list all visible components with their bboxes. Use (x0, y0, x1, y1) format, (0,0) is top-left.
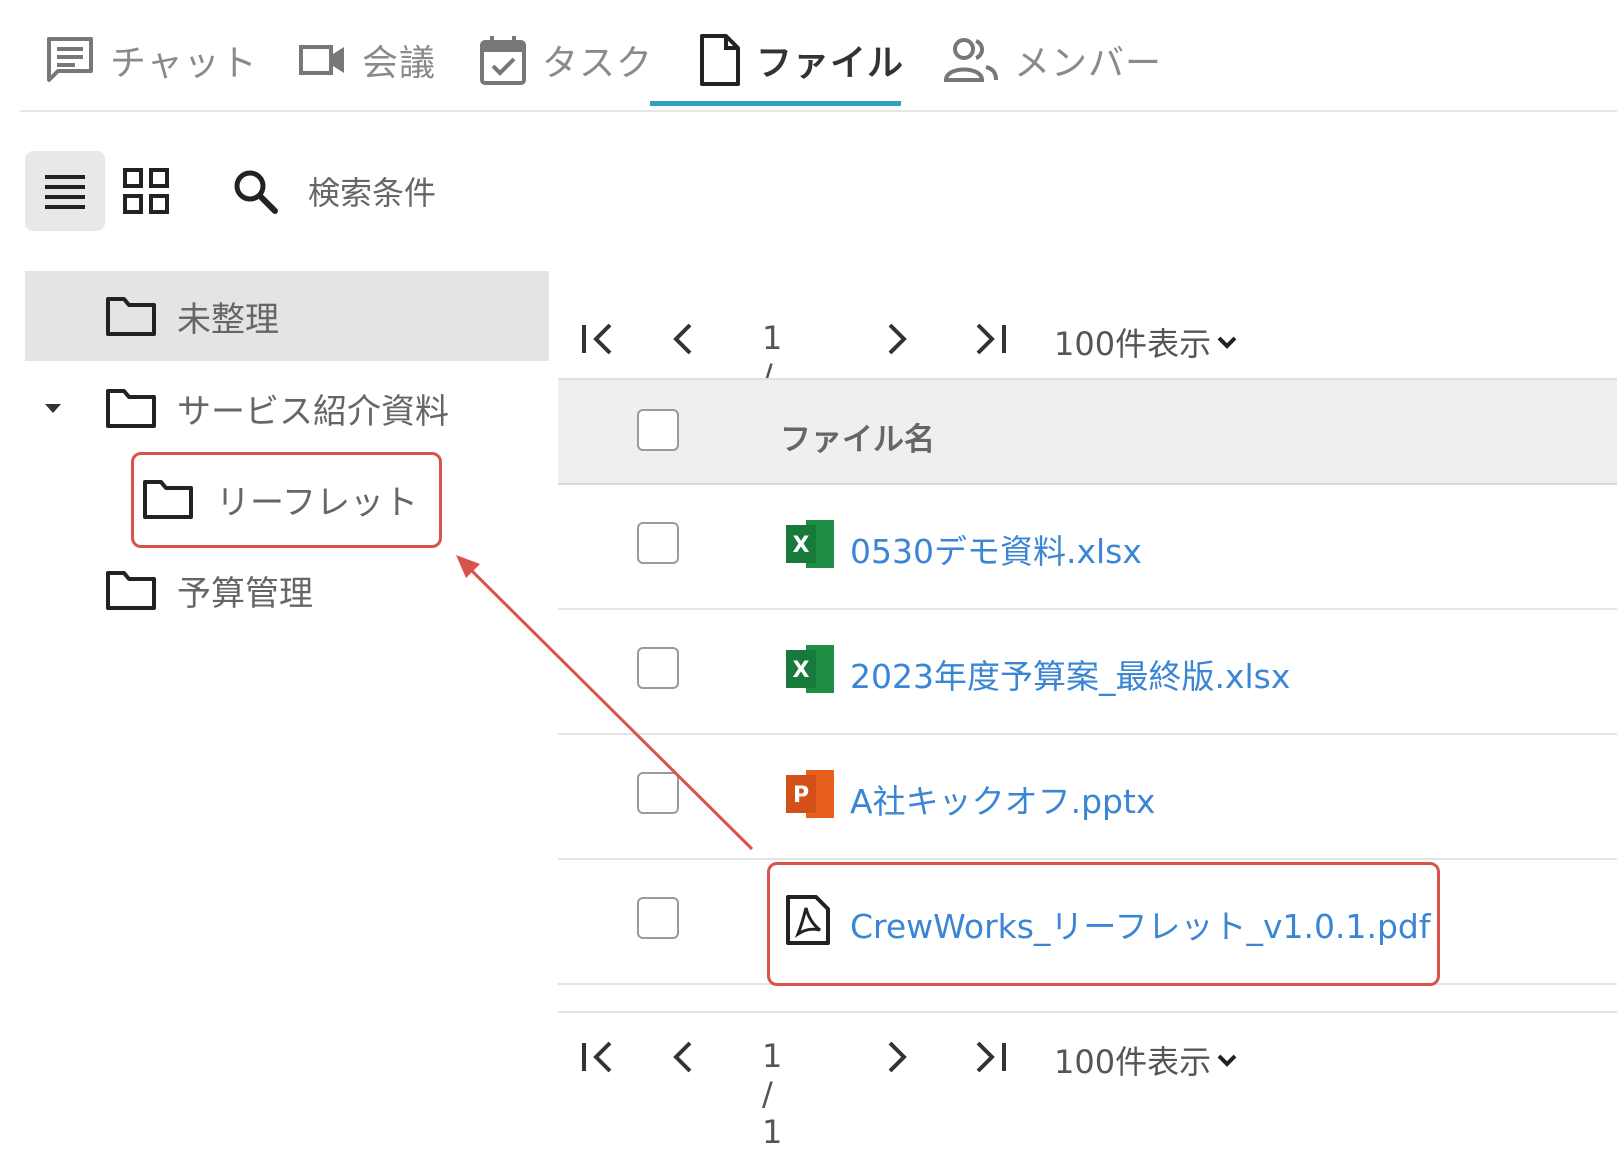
last-page-icon (976, 1041, 1006, 1073)
chevron-left-icon (673, 1041, 692, 1073)
per-page-label: 100件表示 (1054, 1043, 1212, 1081)
chevron-down-icon (1217, 1054, 1237, 1067)
drag-arrow (456, 555, 754, 851)
first-page-button[interactable] (578, 1039, 618, 1075)
first-page-icon (582, 1041, 612, 1073)
last-page-button[interactable] (972, 1039, 1012, 1075)
page-indicator: 1 / 1 (762, 1037, 783, 1151)
next-page-button[interactable] (884, 1039, 910, 1075)
chevron-right-icon (888, 1041, 907, 1073)
prev-page-button[interactable] (670, 1039, 696, 1075)
per-page-select[interactable]: 100件表示 (1054, 1037, 1239, 1083)
list-divider (558, 1011, 1617, 1013)
